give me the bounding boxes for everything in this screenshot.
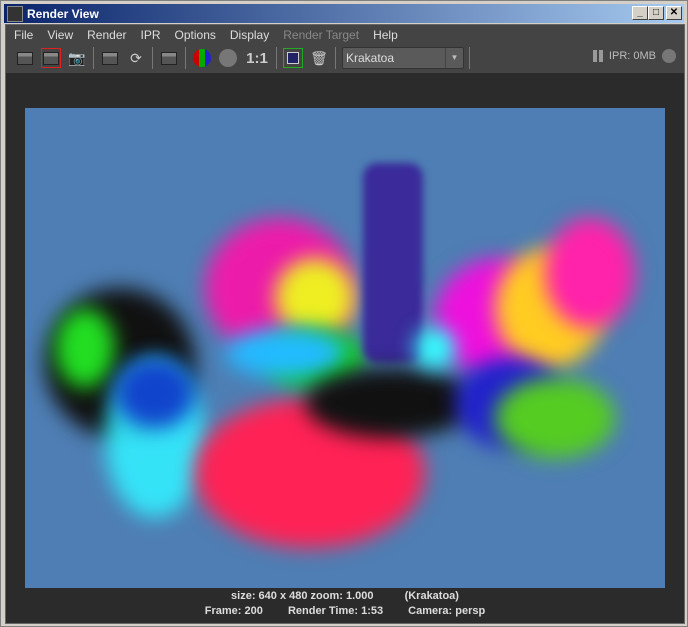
renderer-name: (Krakatoa) (404, 590, 459, 602)
minimize-button[interactable]: _ (632, 6, 648, 20)
image-size-zoom: size: 640 x 480 zoom: 1.000 (231, 590, 374, 602)
clapboard-icon (43, 51, 59, 65)
clapboard-icon (17, 51, 33, 65)
close-button[interactable]: ✕ (666, 6, 682, 20)
ipr-memory: IPR: 0MB (608, 50, 656, 62)
separator (469, 47, 470, 69)
maximize-button[interactable]: □ (648, 6, 664, 20)
menu-display[interactable]: Display (230, 28, 269, 42)
status-line-2: Frame: 200 Render Time: 1:53 Camera: per… (6, 605, 684, 617)
window-title: Render View (27, 6, 99, 21)
frame-number: Frame: 200 (204, 605, 263, 617)
render-viewport[interactable]: size: 640 x 480 zoom: 1.000 (Krakatoa) F… (6, 73, 684, 623)
redo-render-button[interactable] (15, 48, 35, 68)
separator (335, 47, 336, 69)
refresh-icon: ⟳ (130, 49, 142, 66)
camera-icon: 📷 (68, 49, 86, 66)
separator (276, 47, 277, 69)
alpha-channel-icon (219, 49, 237, 67)
menu-bar: File View Render IPR Options Display Ren… (6, 25, 684, 45)
menu-file[interactable]: File (14, 28, 33, 42)
ipr-render-button[interactable] (100, 48, 120, 68)
remove-image-button[interactable]: 🗑 (309, 48, 329, 68)
refresh-ipr-button[interactable]: ⟳ (126, 48, 146, 68)
render-settings-button[interactable] (159, 48, 179, 68)
renderer-value: Krakatoa (346, 51, 395, 65)
pause-ipr-icon[interactable] (592, 50, 603, 62)
render-view-window: Render View _ □ ✕ File View Render IPR O… (0, 0, 688, 627)
trash-icon: 🗑 (310, 49, 328, 66)
menu-view[interactable]: View (47, 28, 73, 42)
separator (152, 47, 153, 69)
rgb-channels-button[interactable] (192, 48, 212, 68)
separator (185, 47, 186, 69)
alpha-channel-button[interactable] (218, 48, 238, 68)
real-size-label: 1:1 (246, 49, 268, 67)
menu-options[interactable]: Options (175, 28, 216, 42)
ipr-status-indicator (662, 49, 676, 63)
rendered-image (25, 108, 665, 588)
renderer-dropdown[interactable]: Krakatoa ▼ (342, 47, 464, 69)
camera-name: Camera: persp (408, 605, 486, 617)
menu-help[interactable]: Help (373, 28, 398, 42)
keep-image-button[interactable] (283, 48, 303, 68)
real-size-button[interactable]: 1:1 (244, 48, 270, 68)
menu-ipr[interactable]: IPR (141, 28, 161, 42)
snapshot-button[interactable]: 📷 (67, 48, 87, 68)
status-line-1: size: 640 x 480 zoom: 1.000 (Krakatoa) (6, 590, 684, 602)
keep-image-icon (287, 52, 299, 64)
toolbar: 📷 ⟳ 1:1 🗑 Krakatoa ▼ IPR: 0MB (6, 45, 684, 71)
menu-render-target: Render Target (283, 28, 360, 42)
chevron-down-icon: ▼ (445, 48, 463, 68)
render-time: Render Time: 1:53 (287, 605, 384, 617)
ipr-clapboard-icon (102, 51, 118, 65)
menu-render[interactable]: Render (87, 28, 126, 42)
render-region-button[interactable] (41, 48, 61, 68)
settings-clapboard-icon (161, 51, 177, 65)
separator (93, 47, 94, 69)
maya-icon (7, 5, 23, 22)
rgb-channel-icon (193, 49, 211, 67)
title-bar[interactable]: Render View _ □ ✕ (4, 4, 684, 23)
